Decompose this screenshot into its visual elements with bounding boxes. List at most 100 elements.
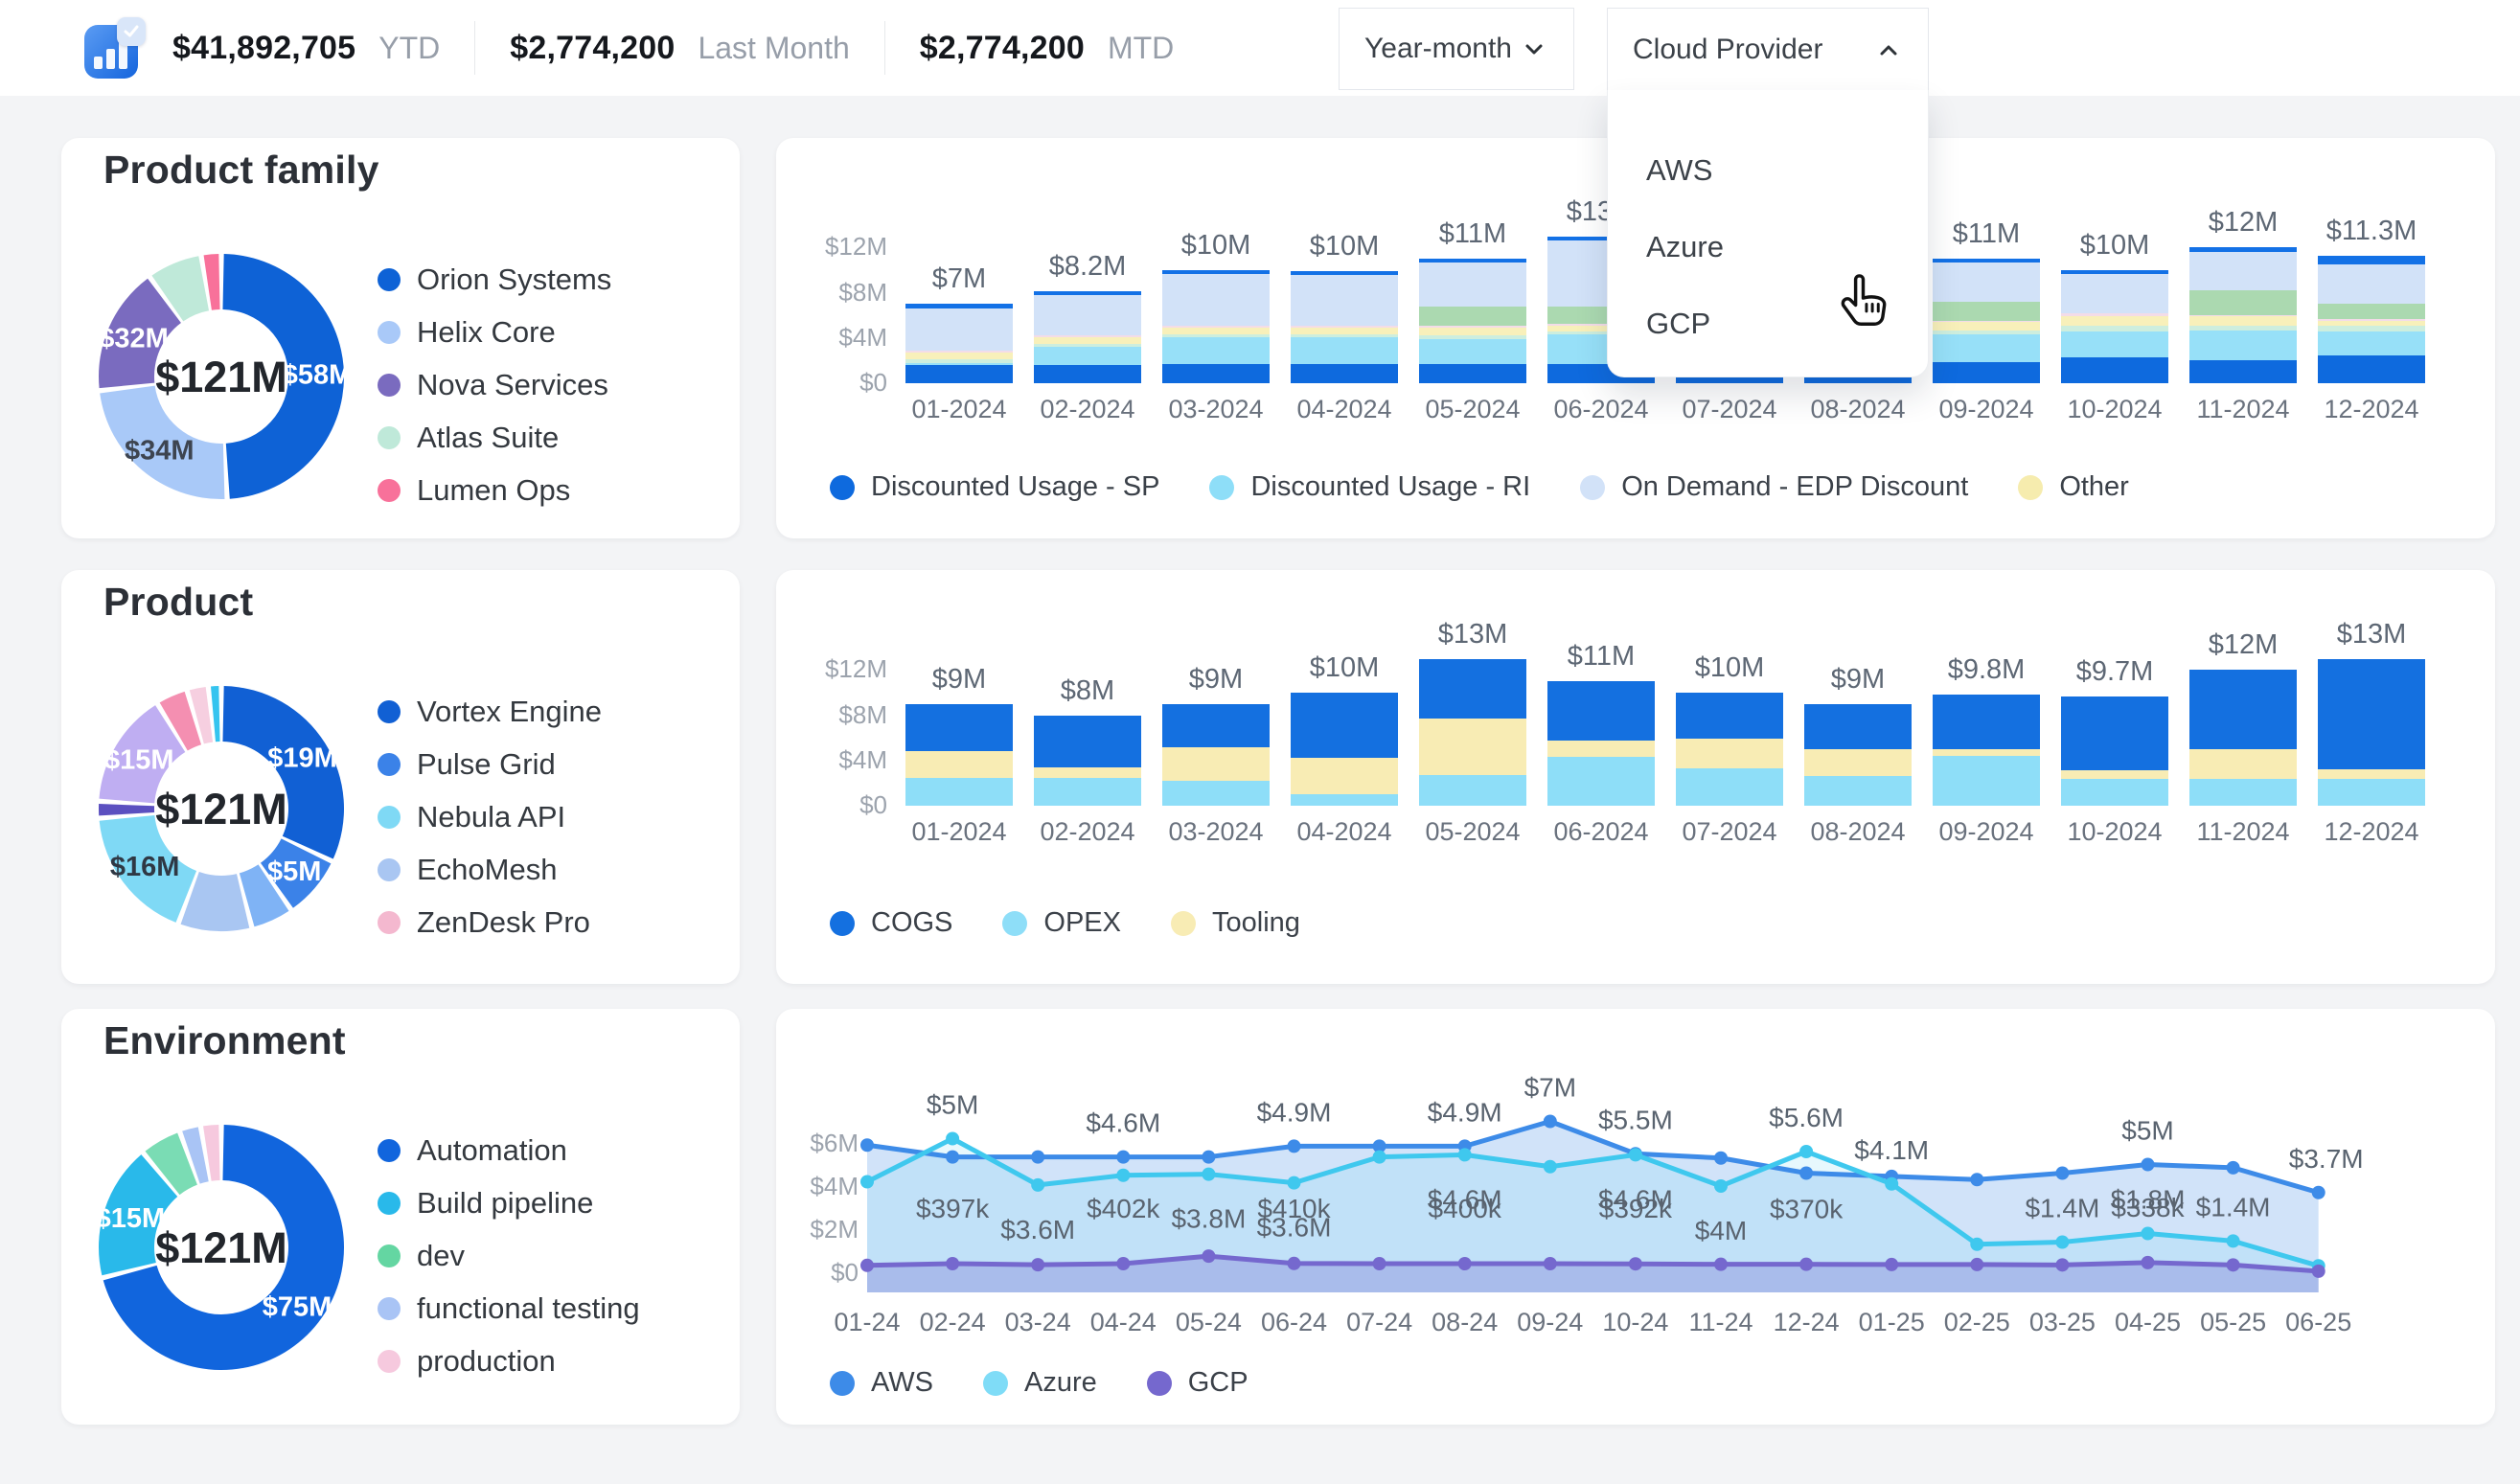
data-point-GCP-04-25[interactable]: [2142, 1256, 2155, 1269]
bar-segment-COGS[interactable]: [1419, 659, 1526, 719]
bar-segment-COGS[interactable]: [905, 704, 1013, 752]
bar-segment-OPEX[interactable]: [905, 778, 1013, 807]
data-point-GCP-11-24[interactable]: [1714, 1258, 1728, 1271]
data-point-GCP-03-25[interactable]: [2055, 1258, 2069, 1271]
legend-item-Discounted Usage - SP[interactable]: Discounted Usage - SP: [830, 471, 1159, 503]
legend-item-Azure[interactable]: Azure: [983, 1367, 1097, 1399]
data-point-GCP-10-24[interactable]: [1629, 1257, 1642, 1270]
bar-segment-Other[interactable]: [1933, 322, 2040, 330]
data-point-Azure-12-24[interactable]: [1799, 1145, 1813, 1158]
data-point-Azure-08-24[interactable]: [1458, 1148, 1472, 1161]
legend-item-ZenDesk Pro[interactable]: ZenDesk Pro: [378, 905, 602, 940]
bar-segment-On Demand - EDP Discount[interactable]: [1419, 263, 1526, 306]
year-month-dropdown[interactable]: Year-month: [1339, 8, 1574, 90]
bar-segment-COGS[interactable]: [1547, 681, 1655, 740]
bar-01-2024[interactable]: [905, 304, 1013, 383]
data-point-GCP-02-25[interactable]: [1970, 1258, 1983, 1271]
data-point-AWS-03-24[interactable]: [1031, 1151, 1044, 1164]
bar-segment-Discounted Usage - RI[interactable]: [2318, 331, 2425, 355]
bar-07-2024[interactable]: [1676, 693, 1783, 806]
bar-segment-COGS[interactable]: [1034, 716, 1141, 767]
bar-segment-OPEX[interactable]: [1034, 778, 1141, 807]
bar-04-2024[interactable]: [1291, 271, 1398, 383]
bar-segment-OPEX[interactable]: [1933, 756, 2040, 806]
legend-item-Nova Services[interactable]: Nova Services: [378, 368, 611, 402]
bar-segment-OPEX[interactable]: [1804, 776, 1912, 806]
bar-segment-COGS[interactable]: [1804, 704, 1912, 749]
bar-segment-OPEX[interactable]: [2189, 779, 2297, 806]
bar-segment-Tooling[interactable]: [1676, 739, 1783, 768]
bar-segment-OPEX[interactable]: [2318, 779, 2425, 806]
data-point-Azure-03-25[interactable]: [2055, 1236, 2069, 1249]
donut-segment-unnamed[interactable]: [99, 804, 154, 815]
legend-item-Orion Systems[interactable]: Orion Systems: [378, 263, 611, 297]
data-point-AWS-01-24[interactable]: [860, 1138, 874, 1152]
bar-segment-OPEX[interactable]: [1419, 775, 1526, 806]
bar-segment-COGS[interactable]: [2189, 670, 2297, 749]
bar-segment-Tooling[interactable]: [1933, 749, 2040, 756]
bar-09-2024[interactable]: [1933, 695, 2040, 806]
bar-segment-Tooling[interactable]: [1804, 749, 1912, 776]
bar-segment-Other[interactable]: [1162, 328, 1270, 334]
bar-11-2024[interactable]: [2189, 670, 2297, 806]
data-point-Azure-03-24[interactable]: [1031, 1178, 1044, 1192]
data-point-Azure-01-24[interactable]: [860, 1176, 874, 1189]
bar-11-2024[interactable]: [2189, 247, 2297, 383]
bar-09-2024[interactable]: [1933, 259, 2040, 383]
bar-segment-Other[interactable]: [2189, 316, 2297, 325]
data-point-GCP-01-25[interactable]: [1885, 1258, 1898, 1271]
bar-segment-Discounted Usage - SP[interactable]: [1034, 365, 1141, 383]
legend-item-Pulse Grid[interactable]: Pulse Grid: [378, 747, 602, 782]
bar-segment-Discounted Usage - SP[interactable]: [2189, 360, 2297, 383]
legend-item-AWS[interactable]: AWS: [830, 1367, 933, 1399]
legend-item-Atlas Suite[interactable]: Atlas Suite: [378, 421, 611, 455]
data-point-AWS-03-25[interactable]: [2055, 1167, 2069, 1180]
data-point-GCP-06-24[interactable]: [1288, 1257, 1301, 1270]
legend-item-EchoMesh[interactable]: EchoMesh: [378, 853, 602, 887]
legend-item-Tooling[interactable]: Tooling: [1171, 907, 1300, 939]
bar-segment-On Demand - EDP Discount[interactable]: [2189, 252, 2297, 290]
bar-segment-Other[interactable]: [1034, 337, 1141, 345]
legend-item-Lumen Ops[interactable]: Lumen Ops: [378, 473, 611, 508]
data-point-AWS-04-25[interactable]: [2142, 1158, 2155, 1172]
bar-segment-Discounted Usage - RI[interactable]: [1034, 347, 1141, 365]
data-point-AWS-05-24[interactable]: [1202, 1151, 1215, 1164]
data-point-AWS-02-24[interactable]: [946, 1151, 959, 1164]
data-point-Azure-04-25[interactable]: [2142, 1227, 2155, 1241]
legend-item-Nebula API[interactable]: Nebula API: [378, 800, 602, 834]
bar-segment-Tooling[interactable]: [2318, 769, 2425, 778]
data-point-GCP-05-24[interactable]: [1202, 1249, 1215, 1263]
legend-item-functional testing[interactable]: functional testing: [378, 1291, 640, 1326]
legend-item-OPEX[interactable]: OPEX: [1002, 907, 1121, 939]
bar-segment-On Demand - EDP Discount[interactable]: [905, 308, 1013, 352]
bar-segment-Discounted Usage - RI[interactable]: [2061, 331, 2168, 357]
bar-segment-Tooling[interactable]: [905, 751, 1013, 777]
data-point-Azure-05-24[interactable]: [1202, 1168, 1215, 1181]
bar-segment-On Demand - EDP Discount[interactable]: [1933, 263, 2040, 302]
bar-segment-band[interactable]: [1419, 307, 1526, 327]
data-point-Azure-02-25[interactable]: [1970, 1238, 1983, 1251]
data-point-GCP-02-24[interactable]: [946, 1257, 959, 1270]
bar-segment-band[interactable]: [2318, 304, 2425, 318]
cloud-provider-dropdown[interactable]: Cloud Provider: [1607, 8, 1929, 90]
legend-item-On Demand - EDP Discount[interactable]: On Demand - EDP Discount: [1580, 471, 1968, 503]
bar-segment-Discounted Usage - RI[interactable]: [1291, 337, 1398, 364]
bar-segment-COGS[interactable]: [2061, 696, 2168, 771]
data-point-AWS-04-24[interactable]: [1116, 1151, 1130, 1164]
donut-segment-unnamed[interactable]: [211, 686, 220, 742]
bar-segment-Tooling[interactable]: [2189, 749, 2297, 779]
bar-segment-Other[interactable]: [1419, 328, 1526, 335]
data-point-GCP-12-24[interactable]: [1799, 1258, 1813, 1271]
data-point-AWS-09-24[interactable]: [1544, 1115, 1557, 1129]
bar-segment-Other[interactable]: [2061, 316, 2168, 325]
bar-segment-COGS[interactable]: [1676, 693, 1783, 739]
legend-item-dev[interactable]: dev: [378, 1239, 640, 1273]
data-point-GCP-05-25[interactable]: [2227, 1258, 2240, 1271]
bar-segment-COGS[interactable]: [1933, 695, 2040, 749]
data-point-Azure-04-24[interactable]: [1116, 1169, 1130, 1182]
legend-item-Other[interactable]: Other: [2018, 471, 2129, 503]
bar-10-2024[interactable]: [2061, 270, 2168, 383]
data-point-GCP-01-24[interactable]: [860, 1259, 874, 1272]
data-point-AWS-06-24[interactable]: [1288, 1139, 1301, 1153]
data-point-Azure-01-25[interactable]: [1885, 1177, 1898, 1191]
